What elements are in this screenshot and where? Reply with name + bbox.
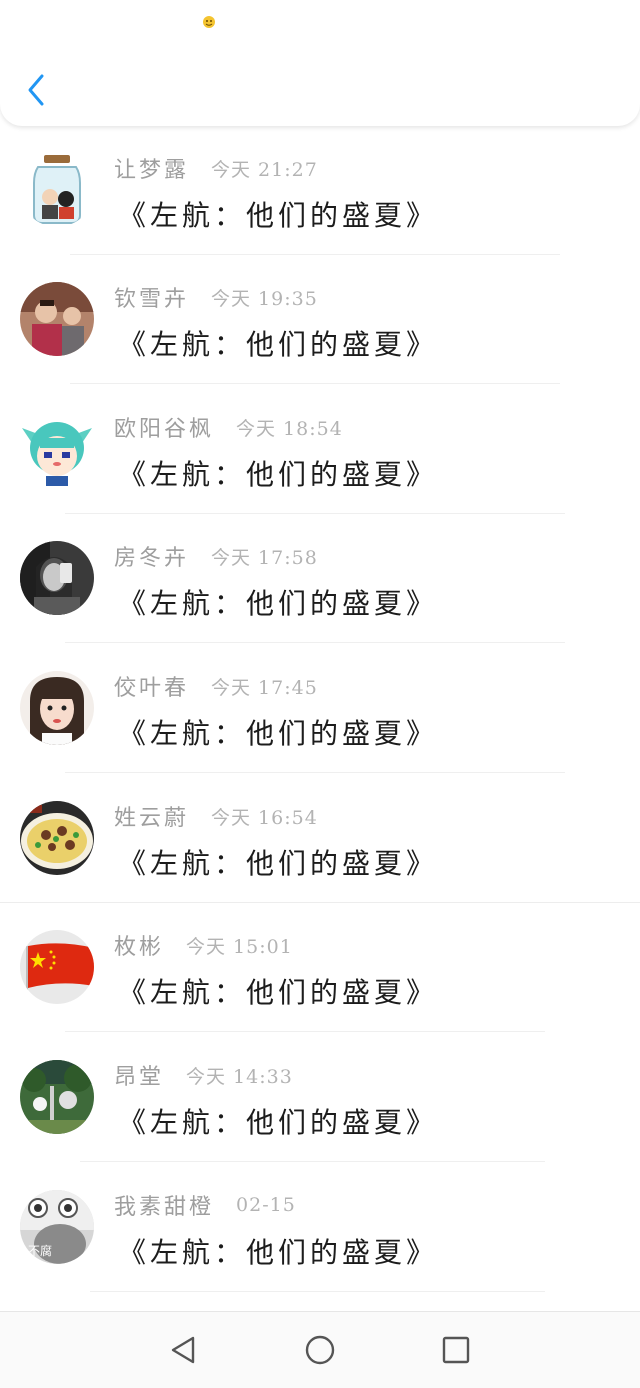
contact-name: 枚彬	[114, 935, 165, 960]
message-time: 今天 17:45	[211, 676, 318, 699]
message-time: 02-15	[236, 1194, 296, 1216]
system-navigation-bar	[0, 1311, 640, 1388]
nav-recents-button[interactable]	[440, 1334, 472, 1366]
message-preview: 《左航：他们的盛夏》	[118, 847, 439, 880]
message-preview: 《左航：他们的盛夏》	[118, 1106, 439, 1139]
message-time: 今天 17:58	[211, 546, 318, 569]
divider	[70, 383, 560, 384]
cartoon-face-avatar[interactable]: 不腐	[20, 1190, 94, 1264]
food-dish-avatar[interactable]	[20, 801, 94, 875]
yellow-emoji-icon	[203, 16, 215, 28]
message-preview: 《左航：他们的盛夏》	[118, 717, 439, 750]
list-item[interactable]: 昂堂 今天 14:33 《左航：他们的盛夏》	[0, 1033, 640, 1162]
message-preview: 《左航：他们的盛夏》	[118, 199, 439, 232]
nav-home-button[interactable]	[304, 1334, 336, 1366]
list-item[interactable]: 姓云蔚 今天 16:54 《左航：他们的盛夏》	[0, 774, 640, 903]
contact-name: 钦雪卉	[114, 287, 190, 312]
divider	[65, 642, 565, 643]
message-preview: 《左航：他们的盛夏》	[118, 1236, 439, 1269]
avatar-caption: 不腐	[28, 1244, 53, 1258]
contact-name: 佼叶春	[114, 676, 190, 701]
china-flag-avatar[interactable]	[20, 930, 94, 1004]
chevron-left-icon	[28, 74, 44, 106]
contact-name: 房冬卉	[114, 546, 190, 571]
circle-home-icon	[305, 1335, 335, 1365]
list-item[interactable]: 让梦露 今天 21:27 《左航：他们的盛夏》	[0, 126, 640, 255]
contact-name: 昂堂	[114, 1065, 165, 1090]
message-time: 今天 18:54	[236, 417, 343, 440]
divider	[65, 1031, 545, 1032]
top-bar	[0, 0, 640, 126]
contact-name: 我素甜橙	[114, 1195, 215, 1220]
square-recents-icon	[442, 1336, 470, 1364]
message-preview: 《左航：他们的盛夏》	[118, 458, 439, 491]
message-time: 今天 21:27	[211, 158, 318, 181]
garden-avatar[interactable]	[20, 1060, 94, 1134]
divider	[65, 772, 565, 773]
list-item[interactable]: 不腐 我素甜橙 02-15 《左航：他们的盛夏》	[0, 1163, 640, 1292]
contact-name: 姓云蔚	[114, 806, 190, 831]
contact-name: 欧阳谷枫	[114, 417, 215, 442]
message-time: 今天 19:35	[211, 287, 318, 310]
message-time: 今天 15:01	[186, 935, 293, 958]
children-photo-avatar[interactable]	[20, 282, 94, 356]
conversation-list: 让梦露 今天 21:27 《左航：他们的盛夏》 钦雪卉 今天 19:35 《左航…	[0, 126, 640, 1311]
jar-avatar[interactable]	[20, 153, 94, 227]
message-time: 今天 16:54	[211, 806, 318, 829]
triangle-back-icon	[171, 1336, 195, 1364]
contact-name: 让梦露	[114, 158, 190, 183]
message-preview: 《左航：他们的盛夏》	[118, 587, 439, 620]
message-preview: 《左航：他们的盛夏》	[118, 976, 439, 1009]
back-button[interactable]	[18, 68, 54, 112]
list-item[interactable]: 钦雪卉 今天 19:35 《左航：他们的盛夏》	[0, 255, 640, 384]
divider	[80, 1161, 545, 1162]
nav-back-button[interactable]	[167, 1334, 199, 1366]
bw-selfie-avatar[interactable]	[20, 541, 94, 615]
message-preview: 《左航：他们的盛夏》	[118, 328, 439, 361]
message-time: 今天 14:33	[186, 1065, 293, 1088]
list-item[interactable]: 枚彬 今天 15:01 《左航：他们的盛夏》	[0, 903, 640, 1032]
anime-girl-avatar[interactable]	[20, 412, 94, 486]
list-item[interactable]: 欧阳谷枫 今天 18:54 《左航：他们的盛夏》	[0, 385, 640, 514]
list-item[interactable]: 佼叶春 今天 17:45 《左航：他们的盛夏》	[0, 644, 640, 773]
girl-portrait-avatar[interactable]	[20, 671, 94, 745]
list-item[interactable]: 房冬卉 今天 17:58 《左航：他们的盛夏》	[0, 514, 640, 643]
divider	[90, 1291, 545, 1292]
